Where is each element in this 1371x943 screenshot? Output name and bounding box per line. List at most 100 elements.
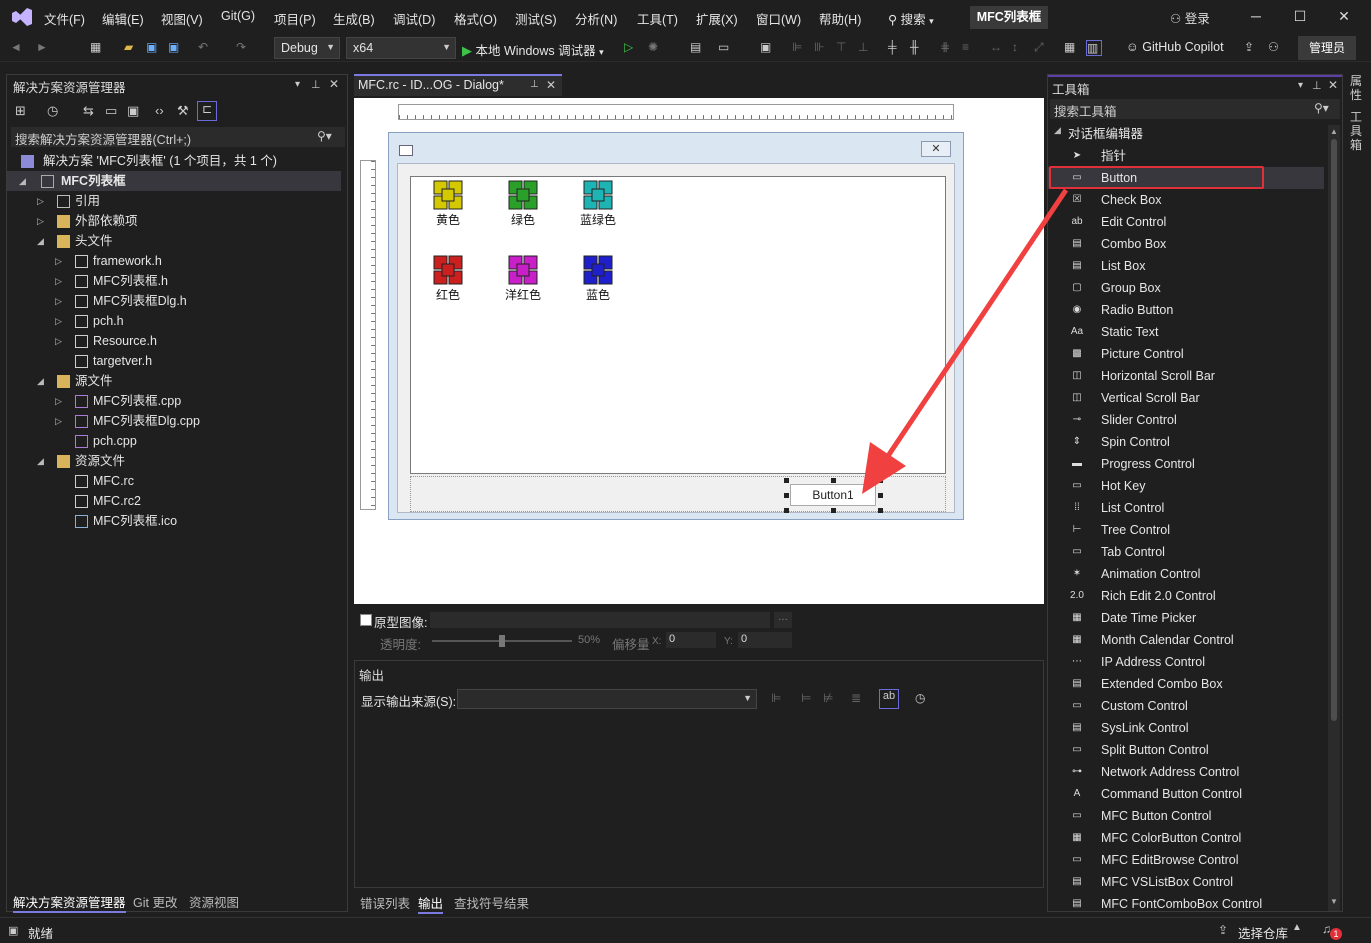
save-icon[interactable]: ▣ [146,40,162,56]
close-button[interactable]: ✕ [1334,8,1354,26]
undo-icon[interactable]: ↶ [198,40,214,56]
collapsed-icon[interactable]: ▷ [55,291,62,311]
menu-file[interactable]: 文件(F) [44,9,85,28]
tree-item[interactable]: ▷ MFC列表框Dlg.h [7,291,341,311]
preview-icon[interactable]: ⊏ [197,101,217,121]
tree-item[interactable]: ▷ MFC列表框.h [7,271,341,291]
same-size-icon[interactable]: ⤢ [1034,40,1050,56]
toolbox-item[interactable]: ✶ Animation Control [1048,563,1324,585]
properties-wrench-icon[interactable]: ⚒ [177,103,189,119]
scroll-down-icon[interactable]: ▼ [1330,897,1338,906]
same-height-icon[interactable]: ↕ [1012,40,1028,56]
save-all-icon[interactable]: ▣ [168,40,184,56]
tree-item[interactable]: pch.cpp [7,431,341,451]
align-left-icon[interactable]: ⊫ [792,40,808,56]
vs-logo-icon[interactable] [10,6,34,28]
tab-solution-explorer[interactable]: 解决方案资源管理器 [13,892,126,913]
config-dropdown[interactable]: Debug ▼ [274,37,340,59]
toolbox-item[interactable]: ▦ MFC ColorButton Control [1048,827,1324,849]
toolbox-item[interactable]: ▤ MFC FontComboBox Control [1048,893,1324,911]
tree-project[interactable]: ◢ MFC列表框 [7,171,341,191]
center-horizontal-icon[interactable]: ╫ [910,40,926,56]
align-bottom-icon[interactable]: ⊥ [858,40,874,56]
tree-item[interactable]: targetver.h [7,351,341,371]
toolbox-item[interactable]: ▤ Extended Combo Box [1048,673,1324,695]
tree-item[interactable]: ◢ 头文件 [7,231,341,251]
code-view-icon[interactable]: ‹› [155,103,164,118]
list-item[interactable]: 绿色 [502,179,544,239]
tree-item[interactable]: MFC.rc [7,471,341,491]
run-without-debug-icon[interactable]: ▷ [624,40,640,56]
open-folder-icon[interactable]: ▰ [124,40,140,56]
menu-view[interactable]: 视图(V) [161,9,203,28]
find-message-icon[interactable]: ⊫ [771,691,781,705]
minimize-button[interactable]: ─ [1246,8,1266,26]
collapsed-icon[interactable]: ▷ [55,411,62,431]
global-search[interactable]: ⚲ 搜索 ▾ [888,6,956,28]
list-item[interactable]: 蓝色 [577,254,619,314]
maximize-button[interactable]: ☐ [1290,8,1310,26]
run-debugger-button[interactable]: ▶ 本地 Windows 调试器 ▾ [462,37,604,59]
resize-handle[interactable] [784,508,789,513]
tree-item[interactable]: ◢ 源文件 [7,371,341,391]
collapsed-icon[interactable]: ▷ [55,331,62,351]
space-across-icon[interactable]: ⋕ [940,40,956,56]
attach-icon[interactable]: ✺ [648,40,664,56]
close-panel-icon[interactable]: ✕ [329,77,339,91]
close-panel-icon[interactable]: ✕ [1328,78,1338,92]
list-item[interactable]: 黄色 [427,179,469,239]
expanded-icon[interactable]: ◢ [37,371,44,391]
toolbox-item[interactable]: ▤ List Box [1048,255,1324,277]
tab-output[interactable]: 输出 [418,893,444,914]
tree-item[interactable]: ▷ 外部依赖项 [7,211,341,231]
redo-icon[interactable]: ↷ [236,40,252,56]
pin-icon[interactable]: ⊥ [311,78,321,91]
toolbox-section-label[interactable]: 对话框编辑器 [1068,123,1143,142]
vs-project-icon[interactable]: ⊞ [15,103,26,119]
tab-git-changes[interactable]: Git 更改 [133,892,177,911]
prototype-path-input[interactable] [430,612,770,628]
menu-git[interactable]: Git(G) [221,9,255,23]
close-tab-icon[interactable]: ✕ [546,78,556,92]
toolbox-item[interactable]: ▢ Group Box [1048,277,1324,299]
tree-item[interactable]: ◢ 资源文件 [7,451,341,471]
menu-extensions[interactable]: 扩展(X) [696,9,738,28]
editor-tab[interactable]: MFC.rc - ID...OG - Dialog* ⊥ ✕ [354,74,562,96]
dialog-close-icon[interactable]: ✕ [921,141,951,157]
toolbox-item[interactable]: ▤ Combo Box [1048,233,1324,255]
prototype-checkbox[interactable] [360,614,372,626]
side-tab-properties[interactable]: 属性 [1350,74,1364,102]
resize-handle[interactable] [878,508,883,513]
toolbox-item[interactable]: ⊢ Tree Control [1048,519,1324,541]
toolbox-item[interactable]: ☒ Check Box [1048,189,1324,211]
side-tab-toolbox[interactable]: 工具箱 [1350,110,1364,152]
panel-menu-icon[interactable]: ▾ [1298,80,1303,91]
toolbox-item[interactable]: ▤ SysLink Control [1048,717,1324,739]
menu-debug[interactable]: 调试(D) [393,9,435,28]
expanded-icon[interactable]: ◢ [37,451,44,471]
menu-tools[interactable]: 工具(T) [637,9,678,28]
menu-edit[interactable]: 编辑(E) [102,9,144,28]
tab-resource-view[interactable]: 资源视图 [189,892,239,911]
tree-item[interactable]: ▷ Resource.h [7,331,341,351]
toolbox-search-input[interactable]: 搜索工具箱 [1050,99,1340,119]
toolbox-item[interactable]: ⊸ Slider Control [1048,409,1324,431]
toolbox-item[interactable]: ⊶ Network Address Control [1048,761,1324,783]
toolbox-scrollbar[interactable]: ▲ ▼ [1328,125,1340,911]
toolbox-item[interactable]: ▩ Picture Control [1048,343,1324,365]
toolbox-item[interactable]: ▭ MFC EditBrowse Control [1048,849,1324,871]
tree-item[interactable]: MFC.rc2 [7,491,341,511]
scroll-up-icon[interactable]: ▲ [1330,127,1338,136]
toolbox-item[interactable]: 2.0 Rich Edit 2.0 Control [1048,585,1324,607]
expanded-icon[interactable]: ◢ [37,231,44,251]
solution-search-input[interactable]: 搜索解决方案资源管理器(Ctrl+;) [11,127,345,147]
menu-format[interactable]: 格式(O) [454,9,497,28]
browse-button[interactable]: … [774,612,792,628]
tree-solution[interactable]: 解决方案 'MFC列表框' (1 个项目，共 1 个) [7,151,341,171]
sync-icon[interactable]: ⇆ [83,103,94,119]
opacity-slider[interactable] [432,635,572,647]
resize-handle[interactable] [784,493,789,498]
collapsed-icon[interactable]: ▷ [37,211,44,231]
github-copilot-button[interactable]: ☺ GitHub Copilot [1126,37,1224,54]
toolbox-item[interactable]: ▦ Date Time Picker [1048,607,1324,629]
